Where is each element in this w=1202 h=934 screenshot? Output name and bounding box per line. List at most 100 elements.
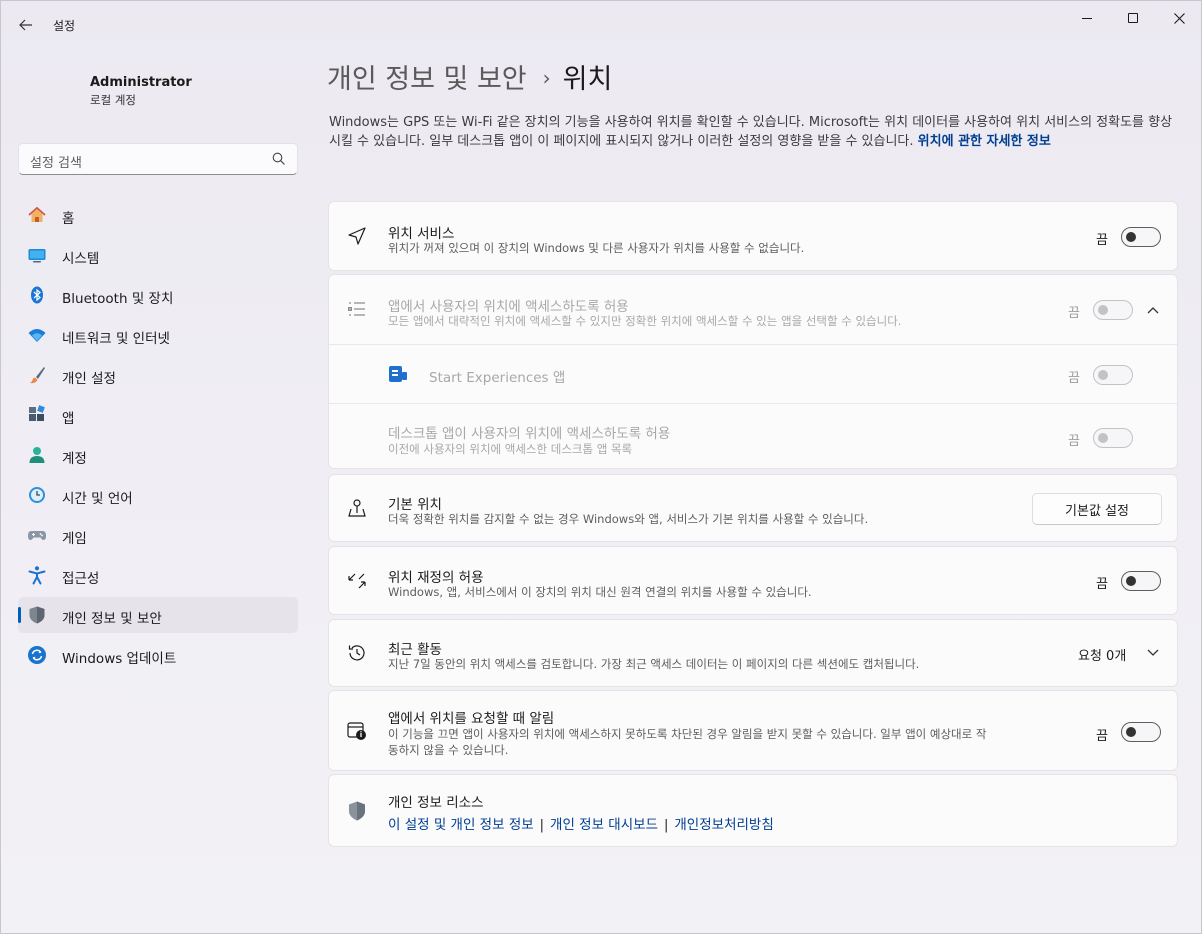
title-bar: 설정	[1, 1, 1201, 49]
app-access-toggle[interactable]	[1093, 300, 1133, 320]
wifi-icon	[27, 325, 47, 345]
sidebar-item-gaming[interactable]: 게임	[18, 517, 298, 553]
system-icon	[27, 245, 47, 265]
location-override-card: 위치 재정의 허용 Windows, 앱, 서비스에서 이 장치의 위치 대신 …	[328, 546, 1178, 615]
privacy-settings-link[interactable]: 이 설정 및 개인 정보 정보	[388, 817, 534, 833]
notify-toggle[interactable]	[1121, 722, 1161, 742]
default-location-title: 기본 위치	[388, 497, 442, 513]
location-info-link[interactable]: 위치에 관한 자세한 정보	[918, 134, 1051, 149]
sidebar-item-system[interactable]: 시스템	[18, 237, 298, 273]
apps-icon	[27, 405, 47, 425]
app-access-title: 앱에서 사용자의 위치에 액세스하도록 허용	[388, 299, 629, 315]
sidebar-item-label: 개인 설정	[62, 371, 116, 387]
default-location-row: 기본 위치 더욱 정확한 위치를 감지할 수 없는 경우 Windows와 앱,…	[329, 475, 1177, 541]
sidebar-item-home[interactable]: 홈	[18, 197, 298, 233]
close-icon	[1173, 12, 1185, 24]
privacy-resources-row: 개인 정보 리소스 이 설정 및 개인 정보 정보 | 개인 정보 대시보드 | 개인정…	[329, 775, 1177, 846]
sidebar-item-label: 시간 및 언어	[62, 491, 133, 507]
sidebar-item-label: Bluetooth 및 장치	[62, 291, 174, 307]
link-separator: |	[664, 818, 669, 833]
location-override-title: 위치 재정의 허용	[388, 570, 484, 586]
gamepad-icon	[27, 525, 47, 545]
maximize-button[interactable]	[1110, 1, 1156, 35]
sidebar-item-personalization[interactable]: 개인 설정	[18, 357, 298, 393]
sidebar-item-privacy-security[interactable]: 개인 정보 및 보안	[18, 597, 298, 633]
link-separator: |	[539, 818, 545, 833]
maximize-icon	[1128, 13, 1138, 23]
breadcrumb: 개인 정보 및 보안 › 위치	[327, 57, 612, 96]
navigation-arrow-icon	[346, 225, 368, 247]
location-service-toggle[interactable]	[1121, 227, 1161, 247]
close-button[interactable]	[1156, 1, 1202, 35]
recent-activity-title: 최근 활동	[388, 642, 442, 658]
sidebar-item-bluetooth[interactable]: Bluetooth 및 장치	[18, 277, 298, 313]
notify-row[interactable]: 앱에서 위치를 요청할 때 알림 이 기능을 끄면 앱이 사용자의 위치에 액세…	[329, 691, 1177, 770]
chevron-up-icon[interactable]	[1145, 302, 1161, 318]
sidebar-item-accounts[interactable]: 계정	[18, 437, 298, 473]
privacy-policy-link[interactable]: 개인정보처리방침	[674, 817, 773, 833]
location-override-row[interactable]: 위치 재정의 허용 Windows, 앱, 서비스에서 이 장치의 위치 대신 …	[329, 547, 1177, 614]
sidebar-item-accessibility[interactable]: 접근성	[18, 557, 298, 593]
notify-title: 앱에서 위치를 요청할 때 알림	[388, 711, 555, 727]
app-access-subtitle: 모든 앱에서 대략적인 위치에 액세스할 수 있지만 정확한 위치에 액세스할 …	[388, 314, 902, 328]
sidebar-item-label: 시스템	[62, 251, 100, 267]
remote-arrows-icon	[346, 570, 368, 592]
page-description: Windows는 GPS 또는 Wi-Fi 같은 장치의 기능을 사용하여 위치…	[329, 113, 1174, 151]
default-location-subtitle: 더욱 정확한 위치를 감지할 수 없는 경우 Windows와 앱, 서비스가 …	[388, 512, 869, 526]
sidebar-item-windows-update[interactable]: Windows 업데이트	[18, 637, 298, 673]
breadcrumb-separator: ›	[542, 66, 551, 90]
chevron-down-icon[interactable]	[1145, 645, 1161, 661]
minimize-icon	[1082, 17, 1092, 19]
update-icon	[27, 645, 47, 665]
user-account-type: 로컬 계정	[90, 93, 136, 107]
toggle-state-label: 끔	[1068, 306, 1080, 321]
notify-subtitle-line1: 이 기능을 끄면 앱이 사용자의 위치에 액세스하지 못하도록 차단된 경우 알…	[388, 727, 987, 741]
search-input[interactable]: 설정 검색	[18, 143, 298, 175]
toggle-state-label: 끔	[1096, 729, 1108, 744]
sidebar-item-apps[interactable]: 앱	[18, 397, 298, 433]
toggle-state-label: 끔	[1068, 434, 1080, 449]
desktop-apps-row: 데스크톱 앱이 사용자의 위치에 액세스하도록 허용 이전에 사용자의 위치에 …	[329, 403, 1177, 469]
sidebar-item-label: 앱	[62, 411, 75, 427]
desktop-apps-toggle[interactable]	[1093, 428, 1133, 448]
toggle-state-label: 끔	[1096, 577, 1108, 592]
home-icon	[27, 205, 47, 225]
location-service-title: 위치 서비스	[388, 226, 455, 242]
app-access-card: 앱에서 사용자의 위치에 액세스하도록 허용 모든 앱에서 대략적인 위치에 액…	[328, 274, 1178, 469]
brush-icon	[27, 365, 47, 385]
settings-window: 설정 Administrator 로컬 계정 설정 검색 홈 시스템 Bluet…	[0, 0, 1202, 934]
recent-activity-subtitle: 지난 7일 동안의 위치 액세스를 검토합니다. 가장 최근 액세스 데이터는 …	[388, 657, 920, 671]
sidebar-item-label: 네트워크 및 인터넷	[62, 331, 170, 347]
recent-activity-card: 최근 활동 지난 7일 동안의 위치 액세스를 검토합니다. 가장 최근 액세스…	[328, 619, 1178, 687]
page-title: 위치	[562, 64, 613, 95]
notification-info-icon	[346, 720, 368, 742]
history-icon	[346, 642, 368, 664]
sidebar-item-time-language[interactable]: 시간 및 언어	[18, 477, 298, 513]
toggle-state-label: 끔	[1096, 233, 1108, 248]
bluetooth-icon	[27, 285, 47, 305]
back-button[interactable]	[11, 11, 41, 39]
privacy-resources-title: 개인 정보 리소스	[388, 795, 484, 811]
set-default-button[interactable]: 기본값 설정	[1032, 493, 1162, 525]
location-override-subtitle: Windows, 앱, 서비스에서 이 장치의 위치 대신 원격 연결의 위치를…	[388, 585, 812, 599]
location-override-toggle[interactable]	[1121, 571, 1161, 591]
notify-card: 앱에서 위치를 요청할 때 알림 이 기능을 끄면 앱이 사용자의 위치에 액세…	[328, 690, 1178, 771]
breadcrumb-parent[interactable]: 개인 정보 및 보안	[327, 64, 527, 95]
start-experiences-title: Start Experiences 앱	[429, 370, 566, 386]
sidebar-item-label: 개인 정보 및 보안	[62, 611, 162, 627]
location-service-row[interactable]: 위치 서비스 위치가 꺼져 있으며 이 장치의 Windows 및 다른 사용자…	[329, 202, 1177, 270]
desktop-apps-subtitle: 이전에 사용자의 위치에 액세스한 데스크톱 앱 목록	[388, 442, 633, 456]
start-experiences-toggle[interactable]	[1093, 365, 1133, 385]
shield-icon	[27, 605, 47, 625]
user-name: Administrator	[90, 75, 192, 90]
back-arrow-icon	[19, 19, 32, 31]
app-title: 설정	[53, 19, 76, 33]
sidebar-item-network[interactable]: 네트워크 및 인터넷	[18, 317, 298, 353]
sidebar-nav: 홈 시스템 Bluetooth 및 장치 네트워크 및 인터넷 개인 설정 앱 …	[18, 197, 298, 677]
desktop-apps-title: 데스크톱 앱이 사용자의 위치에 액세스하도록 허용	[388, 426, 671, 442]
recent-activity-row[interactable]: 최근 활동 지난 7일 동안의 위치 액세스를 검토합니다. 가장 최근 액세스…	[329, 620, 1177, 686]
minimize-button[interactable]	[1064, 1, 1110, 35]
privacy-dashboard-link[interactable]: 개인 정보 대시보드	[550, 817, 658, 833]
location-pin-icon	[346, 497, 368, 519]
accessibility-icon	[27, 565, 47, 585]
